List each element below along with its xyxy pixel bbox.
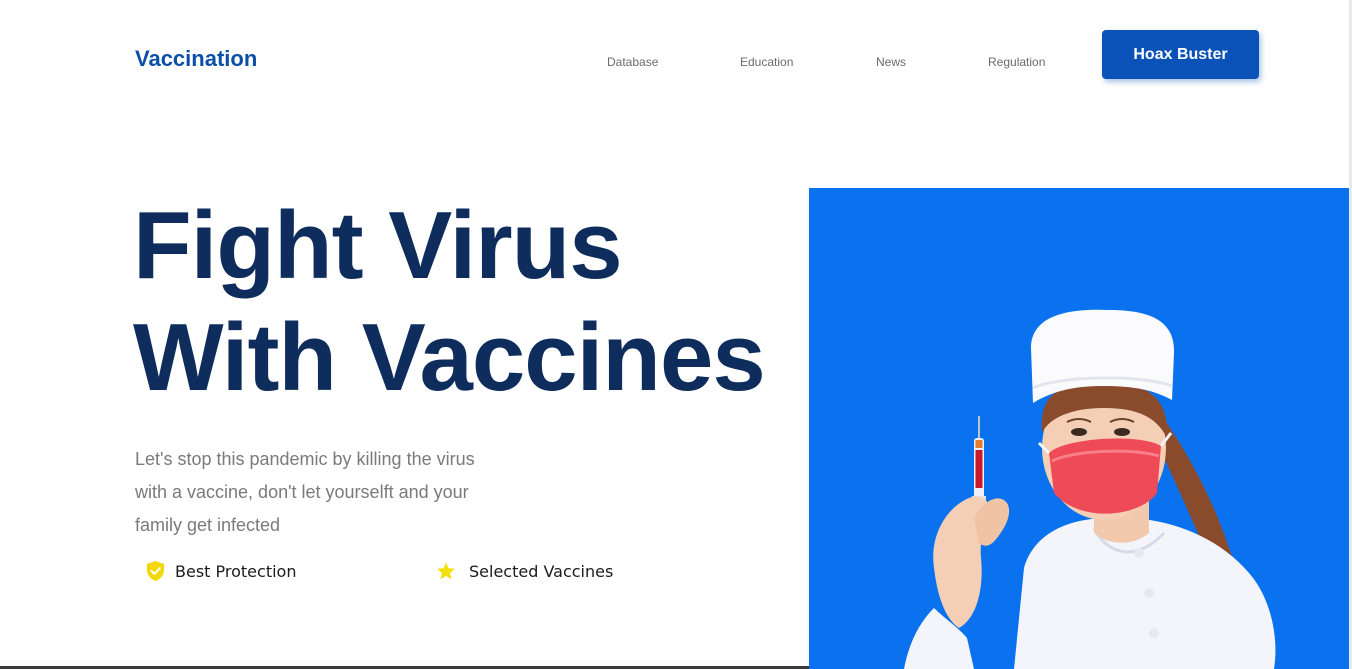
landing-page: Vaccination Database Education News Regu… [0, 0, 1352, 669]
nurse-holding-syringe-image [904, 309, 1276, 669]
feature-label: Selected Vaccines [469, 561, 614, 581]
hero-image-panel [809, 188, 1349, 669]
hero-description-line-3: family get infected [135, 515, 281, 535]
star-icon [436, 560, 456, 582]
nav-link-database[interactable]: Database [607, 55, 658, 69]
nav-link-education[interactable]: Education [740, 55, 793, 69]
shield-check-icon [145, 560, 165, 582]
hero-title: Fight Virus With Vaccines [133, 190, 793, 414]
feature-selected-vaccines: Selected Vaccines [436, 560, 613, 582]
hero-title-line-1: Fight Virus [133, 192, 623, 299]
nav-link-regulation[interactable]: Regulation [988, 55, 1045, 69]
hero-description-line-2: with a vaccine, don't let yourselft and … [135, 482, 469, 502]
hero-description-line-1: Let's stop this pandemic by killing the … [135, 449, 475, 469]
hoax-buster-button[interactable]: Hoax Buster [1102, 30, 1259, 79]
nav-link-news[interactable]: News [876, 55, 906, 69]
feature-best-protection: Best Protection [145, 560, 296, 582]
feature-label: Best Protection [175, 561, 297, 581]
hero-description: Let's stop this pandemic by killing the … [135, 443, 515, 542]
hero-title-line-2: With Vaccines [133, 304, 766, 411]
